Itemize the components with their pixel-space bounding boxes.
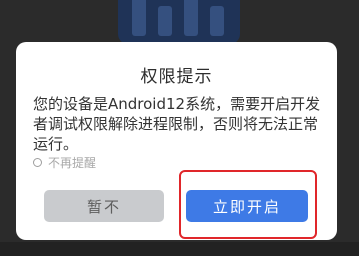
dont-remind-label: 不再提醒 <box>48 156 97 170</box>
permission-dialog: 权限提示 您的设备是Android12系统，需要开启开发者调试权限解除进程限制，… <box>16 42 337 240</box>
cancel-button[interactable]: 暂不 <box>44 190 164 222</box>
dialog-title: 权限提示 <box>140 67 213 87</box>
app-logo-icon <box>118 0 240 44</box>
enable-now-button[interactable]: 立即开启 <box>186 190 308 222</box>
dialog-message: 您的设备是Android12系统，需要开启开发者调试权限解除进程限制，否则将无法… <box>33 95 321 153</box>
radio-circle-icon[interactable] <box>33 158 42 167</box>
dont-remind-option[interactable]: 不再提醒 <box>33 154 96 171</box>
bottom-bar <box>0 242 359 256</box>
